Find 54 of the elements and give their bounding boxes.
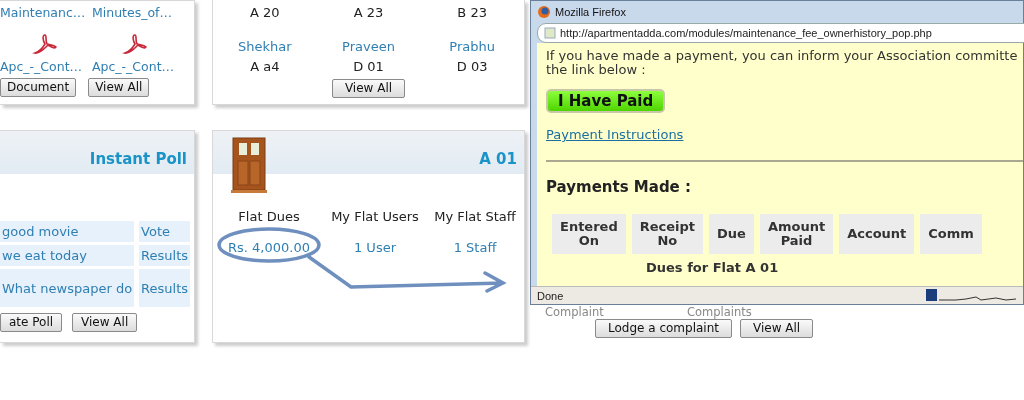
document-button[interactable]: View All [88,78,150,97]
flat-title: A 01 [479,150,517,168]
poll-action-link[interactable]: Results [139,269,191,307]
poll-title: Instant Poll [89,150,187,168]
document-link[interactable]: Minutes_of… [92,5,184,20]
complaint-label: Complaint [544,305,605,319]
complaint-button[interactable]: View All [740,319,814,338]
poll-button[interactable]: ate Poll [0,313,63,332]
flat-number: A a4 [249,58,281,76]
column-heading: Flat Dues [237,208,301,226]
poll-action-link[interactable]: Vote [139,221,191,242]
member-name-link[interactable]: Praveen [316,37,421,57]
section-title: Payments Made : [546,178,692,196]
poll-action-link[interactable]: Results [139,245,191,266]
document-link[interactable]: Maintenanc… [0,5,92,20]
complaint-button[interactable]: Lodge a complaint [595,319,732,338]
column-heading: My Flat Staff [433,208,517,226]
status-text: Done [537,289,564,302]
column-value-link[interactable]: 1 User [325,232,425,263]
member-name-link[interactable]: Prabhu [420,37,524,57]
complaint-label: Complaints [687,305,752,319]
poll-question[interactable]: we eat today [0,245,135,266]
activity-graph-icon [926,288,1016,302]
flat-number: A 23 [352,4,385,22]
view-all-button[interactable]: View All [331,79,406,98]
pdf-document-link[interactable]: Apc_-_Cont… [0,59,92,74]
column-heading: My Flat Users [330,208,420,226]
column-header: Due [709,214,754,254]
column-header: Amount Paid [759,214,834,254]
pdf-file-icon[interactable] [32,33,58,57]
pdf-file-icon[interactable] [122,33,148,57]
firefox-logo-icon [537,5,551,19]
flat-number: A 20 [249,4,281,22]
column-header: Entered On [552,214,626,254]
column-header: Receipt No [631,214,704,254]
i-have-paid-button[interactable]: I Have Paid [546,89,666,113]
member-name-link[interactable]: Shekhar [213,37,317,57]
payment-message: If you have made a payment, you can inform your Association committe the link below : [546,49,1019,77]
column-value-link[interactable]: 1 Staff [425,232,524,263]
pdf-document-link[interactable]: Apc_-_Cont… [92,59,184,74]
column-value-link[interactable]: Rs. 4,000.00 [213,232,325,263]
payment-instructions-link[interactable]: Payment Instructions [546,127,684,142]
flat-number: D 01 [352,58,385,76]
document-button[interactable]: Document [0,78,77,97]
poll-button[interactable]: View All [72,313,138,332]
flat-number: D 03 [455,58,489,76]
door-icon [231,137,267,193]
poll-question[interactable]: What newspaper do [0,269,135,307]
window-title: Mozilla Firefox [555,6,626,18]
page-icon [544,27,556,39]
column-header: Comm [920,214,982,254]
flat-number: B 23 [456,4,488,22]
column-header: Account [839,214,915,254]
poll-question[interactable]: good movie [0,221,135,242]
